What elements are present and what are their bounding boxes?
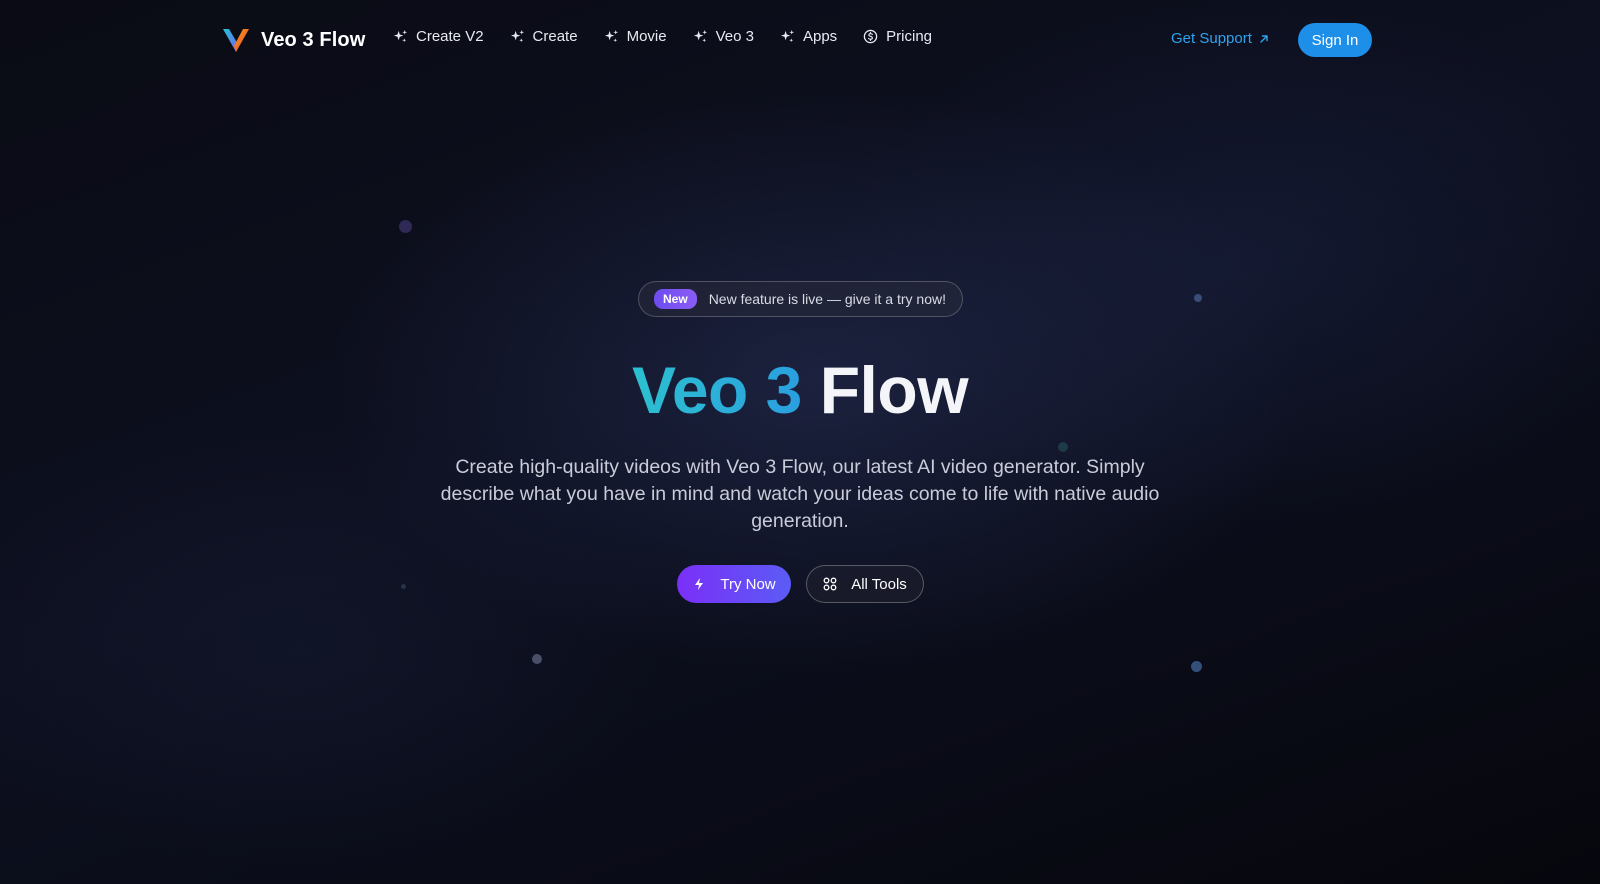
nav-item-create[interactable]: Create	[510, 28, 578, 45]
decorative-dot	[532, 654, 542, 664]
sparkles-icon	[393, 29, 408, 43]
get-support-link[interactable]: Get Support	[1171, 30, 1270, 47]
brand-logo[interactable]: Veo 3 Flow	[221, 26, 365, 54]
nav-item-label: Apps	[802, 28, 838, 45]
announcement-banner[interactable]: New New feature is live — give it a try …	[638, 281, 963, 317]
nav-item-apps[interactable]: Apps	[780, 28, 837, 45]
brand-name: Veo 3 Flow	[261, 28, 366, 51]
lightning-icon	[695, 578, 704, 590]
all-tools-button[interactable]: All Tools	[806, 565, 924, 603]
get-support-label: Get Support	[1171, 30, 1252, 47]
nav-item-label: Create	[532, 28, 578, 45]
sparkles-icon	[693, 29, 707, 43]
sparkles-icon	[780, 29, 795, 43]
announcement-text: New feature is live — give it a try now!	[708, 291, 946, 307]
hero-title-accent: Veo 3	[631, 353, 802, 427]
nav-item-label: Pricing	[886, 28, 933, 45]
nav-item-create-v2[interactable]: Create V2	[393, 28, 484, 45]
hero-subtitle: Create high-quality videos with Veo 3 Fl…	[440, 456, 1160, 532]
logo-icon	[223, 29, 249, 52]
arrow-up-right-icon	[1260, 34, 1268, 43]
dollar-circle-icon	[863, 29, 878, 44]
decorative-dot	[401, 584, 406, 589]
try-now-label: Try Now	[720, 575, 776, 593]
hero-title-plain: Flow	[819, 353, 969, 427]
try-now-button[interactable]: Try Now	[677, 565, 791, 603]
main-menu: Create V2 Create Movie Veo 3 Apps Pricin…	[393, 28, 932, 45]
nav-item-veo-3[interactable]: Veo 3	[693, 28, 754, 45]
nav-item-movie[interactable]: Movie	[604, 28, 667, 45]
grid-icon	[823, 577, 837, 591]
sign-in-button[interactable]: Sign In	[1298, 23, 1372, 57]
new-badge: New	[654, 289, 697, 309]
all-tools-label: All Tools	[851, 575, 907, 593]
hero-background	[0, 0, 1600, 884]
sparkles-icon	[604, 29, 618, 43]
nav-item-pricing[interactable]: Pricing	[863, 28, 932, 45]
decorative-dot	[1058, 442, 1068, 452]
nav-item-label: Movie	[626, 28, 667, 45]
top-navigation: Veo 3 Flow Create V2 Create Movie Veo 3 …	[0, 0, 1600, 80]
decorative-dot	[399, 220, 412, 233]
sparkles-icon	[510, 29, 524, 43]
nav-item-label: Create V2	[416, 28, 484, 45]
decorative-dot	[1194, 294, 1202, 302]
nav-item-label: Veo 3	[715, 28, 754, 45]
hero-title: Veo 3 Flow	[0, 352, 1600, 428]
decorative-dot	[1191, 661, 1202, 672]
